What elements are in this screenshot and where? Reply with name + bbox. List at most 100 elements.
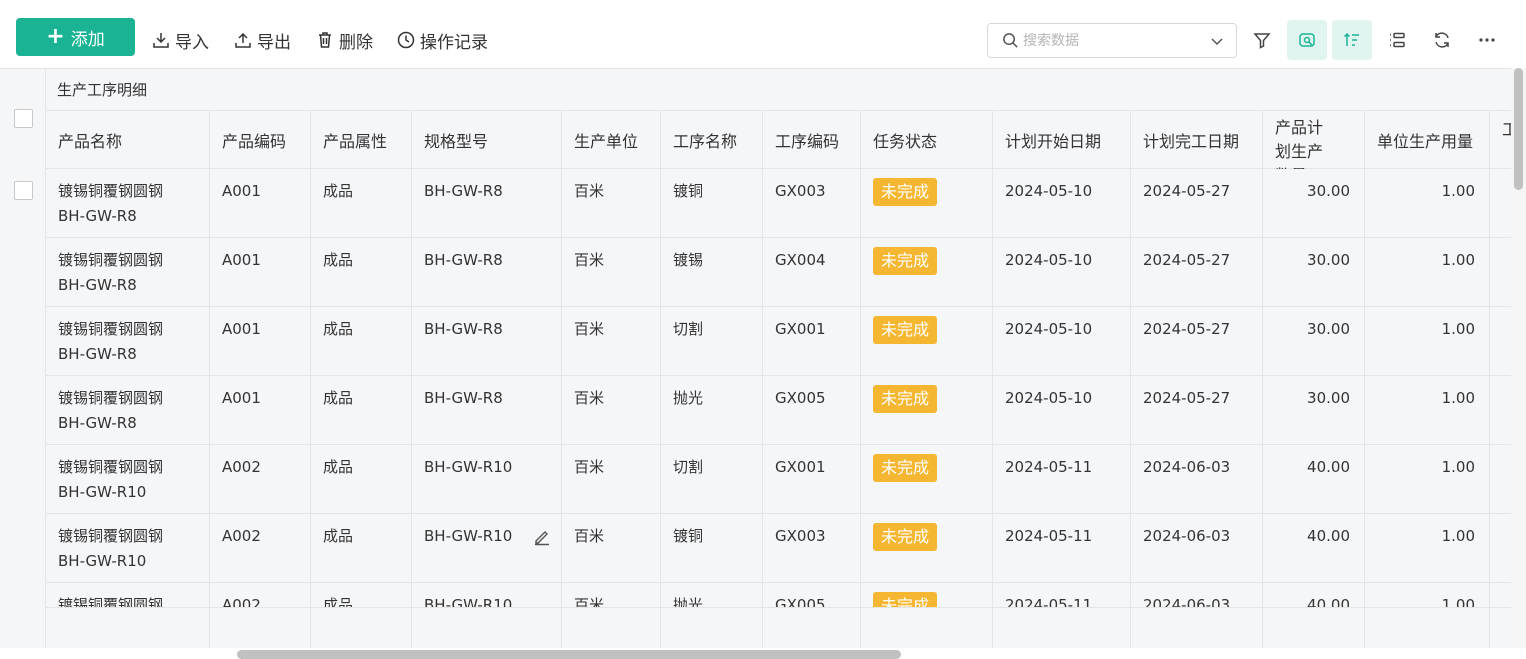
cell-product-attribute[interactable]: 成品 [311,238,412,307]
operation-log-button[interactable]: 操作记录 [397,28,488,53]
filter-button[interactable] [1242,20,1282,60]
cell-product-code[interactable]: A001 [210,376,311,445]
cell-unit-usage[interactable]: 1.00 [1365,514,1490,583]
cell-planned-quantity[interactable]: 30.00 [1263,238,1365,307]
cell-spec-model[interactable]: BH-GW-R8 [412,169,562,238]
cell-product-name[interactable]: 镀锡铜覆钢圆钢 BH-GW-R10 [46,445,210,514]
add-button[interactable]: + 添加 [16,18,135,56]
edit-pencil-icon[interactable] [533,528,551,546]
cell-planned-quantity[interactable]: 30.00 [1263,376,1365,445]
cell-process-name[interactable]: 镀铜 [661,514,763,583]
cell-product-attribute[interactable]: 成品 [311,376,412,445]
cell-process-name[interactable]: 切割 [661,445,763,514]
cell-product-attribute[interactable]: 成品 [311,445,412,514]
cell-product-code[interactable]: A001 [210,169,311,238]
cell-unit-usage[interactable]: 1.00 [1365,376,1490,445]
group-button[interactable] [1377,20,1417,60]
column-header-process-code[interactable]: 工序编码 [763,111,861,169]
vertical-scrollbar[interactable] [1511,68,1526,648]
cell-spec-model[interactable]: BH-GW-R10 [412,514,562,583]
cell-product-code[interactable]: A002 [210,445,311,514]
cell-product-code[interactable]: A001 [210,307,311,376]
cell-planned-quantity[interactable]: 30.00 [1263,169,1365,238]
column-header-product-name[interactable]: 产品名称 [46,111,210,169]
cell-task-status[interactable]: 未完成 [861,445,993,514]
cell-product-name[interactable]: 镀锡铜覆钢圆钢 BH-GW-R10 [46,514,210,583]
cell-unit-usage[interactable]: 1.00 [1365,238,1490,307]
cell-plan-start-date[interactable]: 2024-05-10 [993,238,1131,307]
cell-extra[interactable] [1490,445,1511,514]
table-row[interactable]: 镀锡铜覆钢圆钢 BH-GW-R10 A002 成品 BH-GW-R10 百米 镀铜 GX003… [46,514,1511,583]
cell-spec-model[interactable]: BH-GW-R10 [412,445,562,514]
cell-plan-end-date[interactable]: 2024-06-03 [1131,445,1263,514]
cell-process-code[interactable]: GX003 [763,514,861,583]
horizontal-scrollbar-thumb[interactable] [237,650,901,659]
cell-product-name[interactable]: 镀锡铜覆钢圆钢 BH-GW-R8 [46,376,210,445]
cell-plan-end-date[interactable]: 2024-05-27 [1131,169,1263,238]
cell-product-name[interactable]: 镀锡铜覆钢圆钢 BH-GW-R8 [46,238,210,307]
cell-task-status[interactable]: 未完成 [861,514,993,583]
cell-spec-model[interactable]: BH-GW-R8 [412,376,562,445]
cell-process-name[interactable]: 镀锡 [661,238,763,307]
cell-task-status[interactable]: 未完成 [861,169,993,238]
table-row[interactable]: 镀锡铜覆钢圆钢 BH-GW-R8 A001 成品 BH-GW-R8 百米 切割 GX001 未完… [46,307,1511,376]
table-row[interactable]: 镀锡铜覆钢圆钢 BH-GW-R10 A002 成品 BH-GW-R10 百米 切割 GX001… [46,445,1511,514]
cell-plan-end-date[interactable]: 2024-05-27 [1131,376,1263,445]
cell-process-name[interactable]: 镀铜 [661,169,763,238]
cell-product-code[interactable]: A001 [210,238,311,307]
cell-spec-model[interactable]: BH-GW-R8 [412,307,562,376]
cell-spec-model[interactable]: BH-GW-R8 [412,238,562,307]
cell-plan-start-date[interactable]: 2024-05-11 [993,514,1131,583]
column-header-plan-start-date[interactable]: 计划开始日期 [993,111,1131,169]
column-header-unit-usage[interactable]: 单位生产用量 [1365,111,1490,169]
cell-extra[interactable] [1490,376,1511,445]
search-box[interactable] [987,23,1237,58]
cell-product-attribute[interactable]: 成品 [311,514,412,583]
cell-product-name[interactable]: 镀锡铜覆钢圆钢 BH-GW-R8 [46,307,210,376]
view-toggle-button[interactable] [1287,20,1327,60]
cell-process-code[interactable]: GX004 [763,238,861,307]
cell-process-name[interactable]: 抛光 [661,376,763,445]
delete-button[interactable]: 删除 [316,28,373,53]
cell-product-name[interactable]: 镀锡铜覆钢圆钢 BH-GW-R8 [46,169,210,238]
cell-plan-start-date[interactable]: 2024-05-10 [993,307,1131,376]
column-header-extra[interactable]: 工 [1490,111,1511,169]
import-button[interactable]: 导入 [152,28,209,53]
table-row[interactable]: 镀锡铜覆钢圆钢 BH-GW-R8 A001 成品 BH-GW-R8 百米 镀锡 GX004 未完… [46,238,1511,307]
select-all-checkbox[interactable] [14,109,33,128]
column-header-product-attribute[interactable]: 产品属性 [311,111,412,169]
cell-process-code[interactable]: GX001 [763,445,861,514]
column-header-plan-end-date[interactable]: 计划完工日期 [1131,111,1263,169]
column-header-planned-quantity[interactable]: 产品计划生产数量 [1263,111,1365,169]
cell-production-unit[interactable]: 百米 [562,238,661,307]
cell-unit-usage[interactable]: 1.00 [1365,445,1490,514]
cell-task-status[interactable]: 未完成 [861,376,993,445]
column-header-production-unit[interactable]: 生产单位 [562,111,661,169]
cell-extra[interactable] [1490,238,1511,307]
cell-planned-quantity[interactable]: 40.00 [1263,445,1365,514]
cell-extra[interactable] [1490,169,1511,238]
cell-plan-end-date[interactable]: 2024-06-03 [1131,514,1263,583]
cell-process-code[interactable]: GX003 [763,169,861,238]
cell-product-code[interactable]: A002 [210,514,311,583]
column-header-task-status[interactable]: 任务状态 [861,111,993,169]
cell-production-unit[interactable]: 百米 [562,169,661,238]
horizontal-scrollbar[interactable] [0,648,1511,659]
cell-extra[interactable] [1490,514,1511,583]
vertical-scrollbar-thumb[interactable] [1514,68,1523,190]
export-button[interactable]: 导出 [234,28,291,53]
cell-planned-quantity[interactable]: 40.00 [1263,514,1365,583]
refresh-button[interactable] [1422,20,1462,60]
cell-unit-usage[interactable]: 1.00 [1365,169,1490,238]
cell-production-unit[interactable]: 百米 [562,307,661,376]
column-header-spec-model[interactable]: 规格型号 [412,111,562,169]
cell-product-attribute[interactable]: 成品 [311,169,412,238]
table-row[interactable]: 镀锡铜覆钢圆钢 BH-GW-R8 A001 成品 BH-GW-R8 百米 镀铜 GX003 未完… [46,169,1511,238]
cell-unit-usage[interactable]: 1.00 [1365,307,1490,376]
cell-production-unit[interactable]: 百米 [562,514,661,583]
column-header-process-name[interactable]: 工序名称 [661,111,763,169]
cell-plan-end-date[interactable]: 2024-05-27 [1131,238,1263,307]
column-header-product-code[interactable]: 产品编码 [210,111,311,169]
cell-plan-end-date[interactable]: 2024-05-27 [1131,307,1263,376]
cell-process-code[interactable]: GX001 [763,307,861,376]
